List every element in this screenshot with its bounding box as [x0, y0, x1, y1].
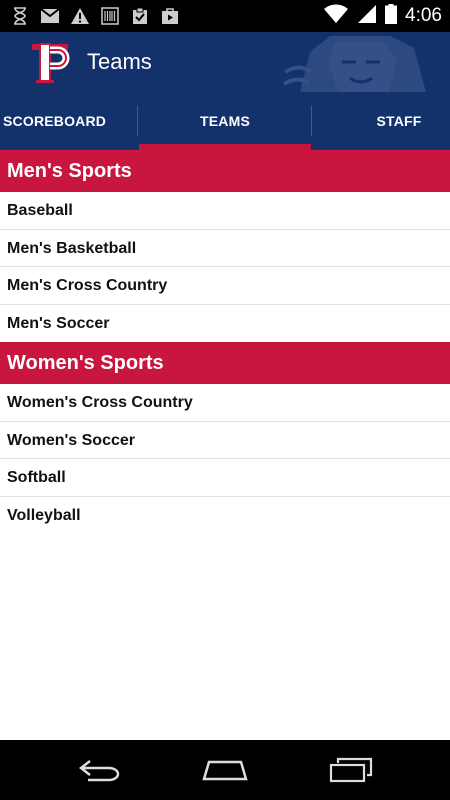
tab-bar: SCOREBOARD TEAMS STAFF: [0, 92, 450, 150]
clipboard-check-icon: [130, 6, 150, 26]
section-header-womens-sports: Women's Sports: [0, 342, 450, 384]
status-bar: 4:06: [0, 0, 450, 32]
navigation-bar: [0, 740, 450, 800]
tab-teams[interactable]: TEAMS: [139, 92, 311, 150]
recent-apps-icon: [329, 757, 373, 783]
mascot-watermark: [280, 32, 450, 92]
app-bar: Teams: [0, 32, 450, 92]
page-title: Teams: [87, 49, 152, 74]
back-button[interactable]: [70, 750, 130, 790]
clock: 4:06: [405, 5, 442, 26]
teams-list: Men's Sports Baseball Men's Basketball M…: [0, 150, 450, 534]
back-icon: [78, 760, 120, 782]
tab-divider: [137, 106, 138, 136]
hourglass-icon: [10, 6, 30, 26]
list-item-mens-soccer[interactable]: Men's Soccer: [0, 305, 450, 343]
play-store-icon: [160, 6, 180, 26]
signal-icon: [357, 4, 377, 29]
list-item-volleyball[interactable]: Volleyball: [0, 497, 450, 535]
battery-icon: [385, 3, 398, 29]
list-item-womens-soccer[interactable]: Women's Soccer: [0, 422, 450, 459]
system-icons: 4:06: [323, 0, 442, 32]
list-item-mens-basketball[interactable]: Men's Basketball: [0, 230, 450, 267]
tab-staff[interactable]: STAFF: [312, 92, 450, 150]
notification-icons: [10, 0, 180, 32]
wifi-icon: [323, 4, 349, 29]
gmail-icon: [40, 6, 60, 26]
list-item-womens-cross-country[interactable]: Women's Cross Country: [0, 384, 450, 422]
list-item-softball[interactable]: Softball: [0, 459, 450, 497]
section-header-mens-sports: Men's Sports: [0, 150, 450, 192]
home-icon: [202, 760, 248, 781]
list-item-mens-cross-country[interactable]: Men's Cross Country: [0, 267, 450, 305]
warning-icon: [70, 6, 90, 26]
home-button[interactable]: [195, 750, 255, 790]
recent-apps-button[interactable]: [321, 750, 381, 790]
barcode-icon: [100, 6, 120, 26]
app-logo[interactable]: [30, 40, 70, 84]
tab-scoreboard[interactable]: SCOREBOARD: [0, 92, 138, 150]
list-item-baseball[interactable]: Baseball: [0, 192, 450, 230]
